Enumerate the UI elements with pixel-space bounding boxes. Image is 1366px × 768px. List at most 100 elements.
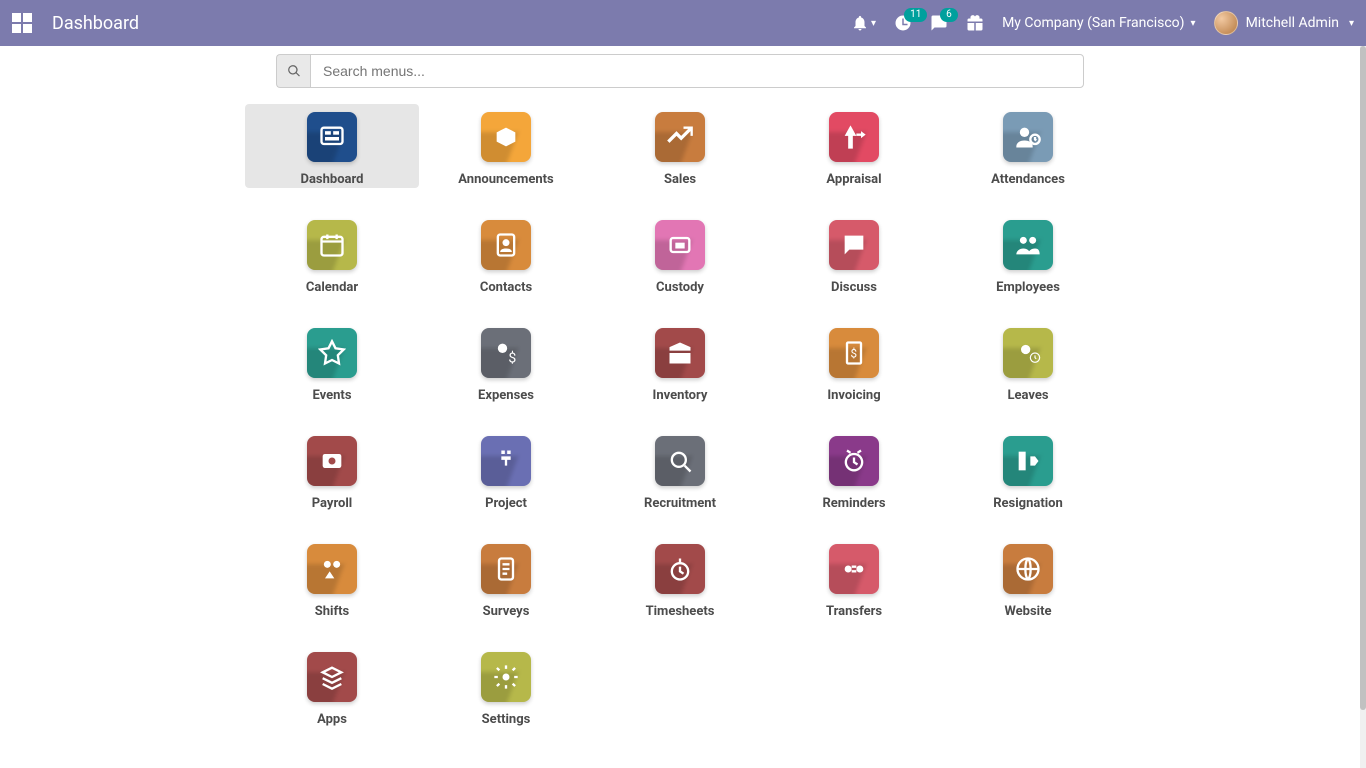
app-tile-label: Sales xyxy=(664,172,696,187)
app-tile-label: Transfers xyxy=(826,604,882,619)
app-tile-label: Discuss xyxy=(831,280,877,295)
timesheets-icon xyxy=(655,544,705,594)
app-tile-label: Shifts xyxy=(315,604,349,619)
app-tile-label: Timesheets xyxy=(646,604,715,619)
attendance-icon xyxy=(1003,112,1053,162)
employees-icon xyxy=(1003,220,1053,270)
app-tile-sales[interactable]: Sales xyxy=(593,104,767,188)
app-tile-label: Contacts xyxy=(480,280,532,295)
search-icon xyxy=(287,64,301,78)
app-tile-label: Resignation xyxy=(993,496,1063,511)
page-title: Dashboard xyxy=(52,13,139,34)
app-tile-attendances[interactable]: Attendances xyxy=(941,104,1115,188)
app-tile-reminders[interactable]: Reminders xyxy=(767,428,941,512)
app-tile-label: Leaves xyxy=(1007,388,1048,403)
app-tile-label: Recruitment xyxy=(644,496,716,511)
app-tile-label: Employees xyxy=(996,280,1060,295)
app-tile-expenses[interactable]: Expenses xyxy=(419,320,593,404)
messages-badge: 6 xyxy=(940,8,958,22)
surveys-icon xyxy=(481,544,531,594)
app-tile-settings[interactable]: Settings xyxy=(419,644,593,728)
gift-button[interactable] xyxy=(966,14,984,32)
app-tile-custody[interactable]: Custody xyxy=(593,212,767,296)
app-tile-employees[interactable]: Employees xyxy=(941,212,1115,296)
apps-grid: Dashboard Announcements Sales Appraisal Atte… xyxy=(245,104,1115,728)
leaves-icon xyxy=(1003,328,1053,378)
reminders-icon xyxy=(829,436,879,486)
contacts-icon xyxy=(481,220,531,270)
payroll-icon xyxy=(307,436,357,486)
app-tile-surveys[interactable]: Surveys xyxy=(419,536,593,620)
app-tile-label: Expenses xyxy=(478,388,534,403)
company-selector[interactable]: My Company (San Francisco) ▾ xyxy=(1002,15,1195,31)
search-bar xyxy=(276,54,1084,88)
website-icon xyxy=(1003,544,1053,594)
calendar-icon xyxy=(307,220,357,270)
project-icon xyxy=(481,436,531,486)
discuss-icon xyxy=(829,220,879,270)
app-tile-resignation[interactable]: Resignation xyxy=(941,428,1115,512)
settings-icon xyxy=(481,652,531,702)
sales-icon xyxy=(655,112,705,162)
app-tile-appraisal[interactable]: Appraisal xyxy=(767,104,941,188)
app-tile-label: Project xyxy=(485,496,527,511)
app-tile-contacts[interactable]: Contacts xyxy=(419,212,593,296)
scrollbar[interactable] xyxy=(1360,46,1366,768)
app-tile-calendar[interactable]: Calendar xyxy=(245,212,419,296)
expenses-icon xyxy=(481,328,531,378)
chevron-down-icon: ▾ xyxy=(871,18,876,29)
app-tile-website[interactable]: Website xyxy=(941,536,1115,620)
main-content: Dashboard Announcements Sales Appraisal Atte… xyxy=(0,46,1360,768)
activity-button[interactable]: 11 xyxy=(894,14,912,32)
app-tile-invoicing[interactable]: Invoicing xyxy=(767,320,941,404)
notifications-button[interactable]: ▾ xyxy=(851,14,876,32)
app-tile-dashboard[interactable]: Dashboard xyxy=(245,104,419,188)
user-name: Mitchell Admin xyxy=(1246,15,1339,31)
inventory-icon xyxy=(655,328,705,378)
app-tile-announcements[interactable]: Announcements xyxy=(419,104,593,188)
events-icon xyxy=(307,328,357,378)
search-input[interactable] xyxy=(310,54,1084,88)
app-tile-label: Custody xyxy=(656,280,704,295)
search-button[interactable] xyxy=(276,54,310,88)
app-tile-leaves[interactable]: Leaves xyxy=(941,320,1115,404)
app-tile-events[interactable]: Events xyxy=(245,320,419,404)
app-tile-project[interactable]: Project xyxy=(419,428,593,512)
apps-switcher-icon[interactable] xyxy=(12,13,32,33)
recruitment-icon xyxy=(655,436,705,486)
app-tile-label: Website xyxy=(1004,604,1051,619)
scrollbar-thumb[interactable] xyxy=(1360,46,1366,710)
app-tile-label: Announcements xyxy=(458,172,553,187)
app-tile-label: Payroll xyxy=(312,496,353,511)
app-tile-label: Reminders xyxy=(822,496,885,511)
app-tile-recruitment[interactable]: Recruitment xyxy=(593,428,767,512)
app-tile-payroll[interactable]: Payroll xyxy=(245,428,419,512)
announcement-icon xyxy=(481,112,531,162)
app-tile-discuss[interactable]: Discuss xyxy=(767,212,941,296)
app-tile-label: Calendar xyxy=(306,280,358,295)
messages-button[interactable]: 6 xyxy=(930,14,948,32)
chevron-down-icon: ▾ xyxy=(1349,18,1354,29)
apps-icon xyxy=(307,652,357,702)
shifts-icon xyxy=(307,544,357,594)
app-tile-label: Events xyxy=(312,388,351,403)
app-tile-label: Inventory xyxy=(653,388,708,403)
app-tile-shifts[interactable]: Shifts xyxy=(245,536,419,620)
app-tile-transfers[interactable]: Transfers xyxy=(767,536,941,620)
app-tile-timesheets[interactable]: Timesheets xyxy=(593,536,767,620)
gift-icon xyxy=(966,14,984,32)
avatar xyxy=(1214,11,1238,35)
user-menu[interactable]: Mitchell Admin ▾ xyxy=(1214,11,1354,35)
activity-badge: 11 xyxy=(904,8,927,22)
app-tile-label: Settings xyxy=(482,712,531,727)
company-name: My Company (San Francisco) xyxy=(1002,15,1184,31)
transfers-icon xyxy=(829,544,879,594)
chevron-down-icon: ▾ xyxy=(1191,18,1196,29)
app-tile-label: Attendances xyxy=(991,172,1065,187)
app-tile-apps[interactable]: Apps xyxy=(245,644,419,728)
app-tile-inventory[interactable]: Inventory xyxy=(593,320,767,404)
bell-icon xyxy=(851,14,869,32)
appraisal-icon xyxy=(829,112,879,162)
app-tile-label: Apps xyxy=(317,712,347,727)
dashboard-icon xyxy=(307,112,357,162)
